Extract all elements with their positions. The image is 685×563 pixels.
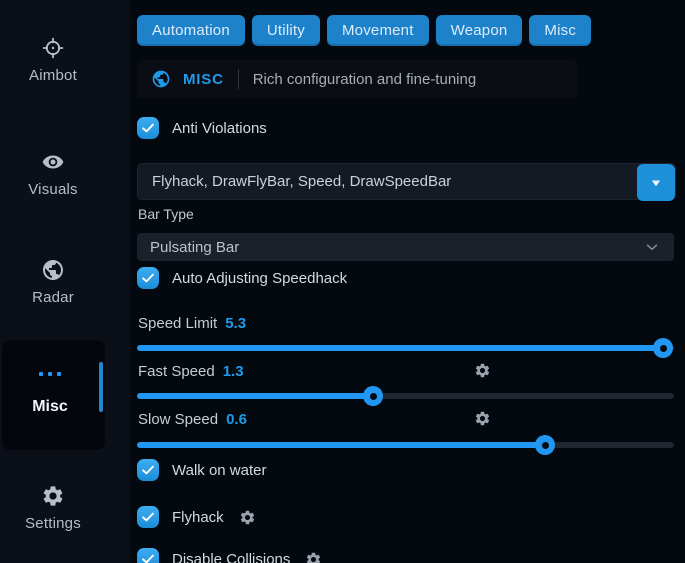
active-indicator	[99, 362, 103, 412]
divider	[238, 69, 239, 89]
section-title: MISC	[183, 71, 224, 88]
checkbox-label: Anti Violations	[172, 120, 267, 137]
slider-track[interactable]	[137, 393, 674, 399]
bar-type-value: Pulsating Bar	[150, 239, 643, 256]
checkbox-label: Walk on water	[172, 462, 266, 479]
triangle-down-icon	[646, 173, 666, 193]
ellipsis-icon	[2, 372, 98, 376]
sidebar: Aimbot Visuals Radar Misc Settings	[0, 0, 130, 563]
section-subtitle: Rich configuration and fine-tuning	[253, 71, 476, 88]
flyhack-checkbox[interactable]	[137, 506, 159, 528]
globe-icon	[41, 258, 65, 282]
bar-flags-dropdown-button[interactable]	[637, 164, 675, 201]
auto-adjusting-speedhack-checkbox[interactable]	[137, 267, 159, 289]
slider-fill	[137, 393, 373, 399]
slider-knob[interactable]	[535, 435, 555, 455]
walk-on-water-checkbox[interactable]	[137, 459, 159, 481]
slider-label: Slow Speed	[138, 411, 218, 428]
checkbox-label: Auto Adjusting Speedhack	[172, 270, 347, 287]
gear-icon[interactable]	[305, 551, 322, 563]
auto-adjusting-speedhack-row: Auto Adjusting Speedhack	[137, 267, 347, 289]
bar-flags-value: Flyhack, DrawFlyBar, Speed, DrawSpeedBar	[152, 173, 451, 190]
slider-fill	[137, 442, 545, 448]
gear-icon[interactable]	[474, 362, 491, 379]
sidebar-item-misc[interactable]: Misc	[2, 340, 105, 450]
section-header: MISC Rich configuration and fine-tuning	[137, 60, 577, 98]
anti-violations-row: Anti Violations	[137, 117, 267, 139]
checkbox-label: Flyhack	[172, 509, 224, 526]
checkbox-label: Disable Collisions	[172, 551, 290, 563]
slider-label: Speed Limit	[138, 315, 217, 332]
tab-weapon[interactable]: Weapon	[436, 15, 523, 46]
sidebar-item-label: Radar	[32, 289, 74, 306]
sidebar-item-label: Aimbot	[29, 67, 77, 84]
walk-on-water-row: Walk on water	[137, 459, 266, 481]
speed-limit-slider[interactable]	[137, 338, 674, 358]
sidebar-item-visuals[interactable]: Visuals	[0, 150, 106, 198]
sidebar-item-radar[interactable]: Radar	[0, 258, 106, 306]
slider-knob[interactable]	[363, 386, 383, 406]
bar-type-label: Bar Type	[138, 206, 194, 222]
tab-utility[interactable]: Utility	[252, 15, 320, 46]
slider-value: 0.6	[226, 411, 247, 428]
flyhack-row: Flyhack	[137, 506, 256, 528]
slider-value: 5.3	[225, 315, 246, 332]
tab-movement[interactable]: Movement	[327, 15, 429, 46]
tab-bar: Automation Utility Movement Weapon Misc	[137, 15, 591, 46]
speed-limit-header: Speed Limit 5.3	[138, 315, 246, 332]
disable-collisions-row: Disable Collisions	[137, 548, 322, 563]
gear-icon[interactable]	[239, 509, 256, 526]
eye-icon	[41, 150, 65, 174]
sidebar-item-label: Misc	[2, 398, 98, 416]
chevron-down-icon	[643, 238, 661, 256]
bar-type-select[interactable]: Pulsating Bar	[137, 233, 674, 261]
fast-speed-slider[interactable]	[137, 386, 674, 406]
slow-speed-slider[interactable]	[137, 435, 674, 455]
gear-icon	[41, 484, 65, 508]
crosshair-icon	[41, 36, 65, 60]
main-panel: Automation Utility Movement Weapon Misc …	[137, 0, 676, 563]
slider-knob[interactable]	[653, 338, 673, 358]
fast-speed-header: Fast Speed 1.3	[138, 363, 244, 380]
slider-track[interactable]	[137, 442, 674, 448]
sidebar-item-label: Settings	[25, 515, 81, 532]
globe-icon	[151, 69, 171, 89]
tab-misc[interactable]: Misc	[529, 15, 591, 46]
slider-label: Fast Speed	[138, 363, 215, 380]
slider-value: 1.3	[223, 363, 244, 380]
tab-automation[interactable]: Automation	[137, 15, 245, 46]
slow-speed-header: Slow Speed 0.6	[138, 411, 247, 428]
sidebar-item-settings[interactable]: Settings	[0, 484, 106, 532]
slider-track[interactable]	[137, 345, 674, 351]
bar-flags-field[interactable]: Flyhack, DrawFlyBar, Speed, DrawSpeedBar	[137, 163, 676, 200]
anti-violations-checkbox[interactable]	[137, 117, 159, 139]
sidebar-item-aimbot[interactable]: Aimbot	[0, 36, 106, 84]
cheat-menu-window: Aimbot Visuals Radar Misc Settings	[0, 0, 685, 563]
slider-fill	[137, 345, 663, 351]
disable-collisions-checkbox[interactable]	[137, 548, 159, 563]
gear-icon[interactable]	[474, 410, 491, 427]
sidebar-item-label: Visuals	[28, 181, 77, 198]
